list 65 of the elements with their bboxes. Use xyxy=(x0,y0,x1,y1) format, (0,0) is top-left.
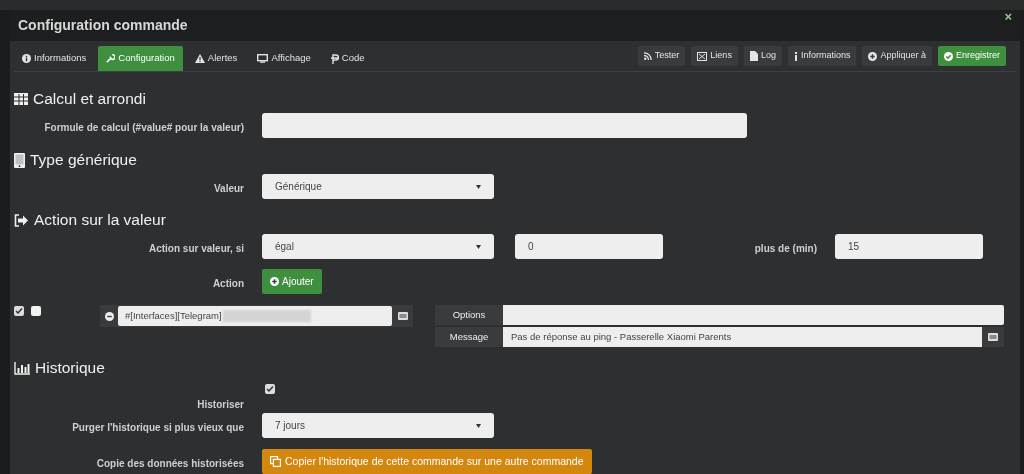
dropdown-caret-icon xyxy=(476,184,481,189)
toolbar-button[interactable]: Liens xyxy=(691,46,738,66)
formula-field[interactable] xyxy=(262,113,747,138)
plus-circle-icon xyxy=(270,277,279,286)
toolbar-button[interactable]: Log xyxy=(743,46,782,66)
tab[interactable]: Alertes xyxy=(186,46,246,71)
purge-select[interactable]: 7 jours xyxy=(262,413,494,438)
bar-chart-icon xyxy=(14,361,30,375)
dropdown-caret-icon xyxy=(476,423,481,428)
tab[interactable]: Configuration xyxy=(98,46,183,71)
info-icon xyxy=(793,51,798,61)
field-label: Purger l'historique si plus vieux que xyxy=(72,421,244,433)
field-label: Action xyxy=(212,277,244,289)
field-label: Copie des données historisées xyxy=(96,457,244,469)
tablet-icon xyxy=(14,152,25,168)
checkbox[interactable] xyxy=(265,384,275,394)
table-icon xyxy=(14,93,28,105)
file-icon xyxy=(749,51,758,61)
toolbar-button[interactable]: Informations xyxy=(787,46,857,66)
command-text: #[Interfaces][Telegram] xyxy=(125,308,222,323)
monitor-icon xyxy=(257,54,269,63)
field-label: Valeur xyxy=(213,182,244,194)
tab[interactable]: Affichage xyxy=(249,46,319,71)
section-heading: Historique xyxy=(35,359,105,377)
section-heading: Action sur la valeur xyxy=(34,211,166,229)
message-field[interactable]: Pas de réponse au ping - Passerelle Xiaomi Parents xyxy=(503,327,982,347)
field-label: plus de (min) xyxy=(754,242,817,254)
operand-field[interactable]: 0 xyxy=(515,234,663,259)
options-label: Options xyxy=(435,305,503,325)
sitemap-icon xyxy=(697,51,708,61)
check-circle-icon xyxy=(944,51,953,61)
wrench-icon xyxy=(106,54,116,63)
sign-in-icon xyxy=(14,213,29,227)
rss-icon xyxy=(643,52,652,60)
toolbar-button[interactable]: Appliquer à xyxy=(862,46,932,66)
message-list-button[interactable] xyxy=(982,327,1004,347)
add-button[interactable]: Ajouter xyxy=(262,269,322,294)
options-field[interactable] xyxy=(503,305,1004,325)
window-title: Configuration commande xyxy=(18,16,188,35)
section-heading: Calcul et arrondi xyxy=(33,90,146,108)
close-button[interactable]: × xyxy=(1004,7,1012,27)
code-icon xyxy=(330,53,339,64)
tab[interactable]: Informations xyxy=(14,46,95,71)
value-select[interactable]: Générique xyxy=(262,174,494,199)
field-label: Action sur valeur, si xyxy=(148,242,244,254)
list-icon xyxy=(988,333,998,341)
toolbar-button[interactable]: Tester xyxy=(637,46,686,66)
operator-select[interactable]: égal xyxy=(262,234,494,259)
minus-circle-icon xyxy=(104,311,114,321)
field-label: Historiser xyxy=(197,399,244,410)
info-icon xyxy=(22,54,31,63)
list-icon xyxy=(397,312,408,320)
tab[interactable]: Code xyxy=(322,46,373,71)
copy-icon xyxy=(270,456,281,467)
duration-field[interactable]: 15 xyxy=(835,234,983,259)
field-label: Formule de calcul (#value# pour la valeur) xyxy=(44,121,244,133)
checkbox[interactable] xyxy=(14,306,24,316)
checkbox[interactable] xyxy=(31,306,41,316)
dropdown-caret-icon xyxy=(476,244,481,249)
message-label: Message xyxy=(435,327,503,347)
warning-icon xyxy=(194,54,205,63)
section-heading: Type générique xyxy=(30,151,137,169)
command-field[interactable]: #[Interfaces][Telegram] xyxy=(118,306,392,326)
plus-circle-icon xyxy=(868,51,878,61)
toolbar-button[interactable]: Enregistrer xyxy=(938,46,1006,66)
